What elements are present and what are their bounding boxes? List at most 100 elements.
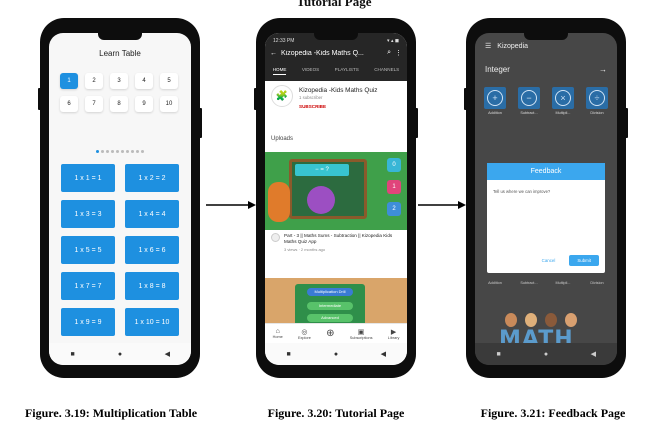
op-multiplication[interactable]: × Multipli... <box>549 87 577 115</box>
submit-button[interactable]: Submit <box>569 255 599 266</box>
camera-notch <box>314 33 358 40</box>
menu-icon[interactable]: ☰ <box>485 42 491 50</box>
channel-name: Kizopedia -Kids Maths Quiz <box>299 87 378 94</box>
table-item[interactable]: 1 x 9 = 9 <box>61 308 115 336</box>
answer-option: 1 <box>387 180 401 194</box>
recents-icon[interactable]: ■ <box>279 351 299 358</box>
op-addition[interactable]: + Addition <box>481 87 509 115</box>
system-nav-bar: ■ ● ◀ <box>265 343 407 365</box>
home-icon: ⌂ <box>275 328 280 335</box>
figure-caption: Figure. 3.21: Feedback Page <box>480 406 626 420</box>
search-icon[interactable]: ⌕ <box>387 49 391 57</box>
system-nav-bar: ■ ● ◀ <box>49 343 191 365</box>
video-title: Part - 3 || Maths Sums - Subtraction || … <box>284 233 393 244</box>
screen: 12:33 PM ▾ ▴ ◼ ← Kizopedia -Kids Maths Q… <box>265 33 407 365</box>
recents-icon[interactable]: ■ <box>489 351 509 358</box>
section-title: Integer <box>485 65 510 74</box>
op-subtraction[interactable]: − Subtract... <box>515 87 543 115</box>
subscribe-button[interactable]: SUBSCRIBE <box>299 104 378 109</box>
camera-notch <box>524 33 568 40</box>
operations-labels-row: Addition Subtract... Multipli... Divisio… <box>481 281 611 285</box>
back-icon[interactable]: ◀ <box>157 350 177 358</box>
subscriber-count: 1 subscriber <box>299 95 323 100</box>
figure-caption: Figure. 3.20: Tutorial Page <box>267 406 405 420</box>
number-button-6[interactable]: 6 <box>60 96 78 112</box>
table-item[interactable]: 1 x 5 = 5 <box>61 236 115 264</box>
nav-home[interactable]: ⌂ Home <box>273 328 283 339</box>
number-button-10[interactable]: 10 <box>160 96 178 112</box>
nav-library[interactable]: ▶ Library <box>388 328 400 340</box>
table-item[interactable]: 1 x 6 = 6 <box>125 236 179 264</box>
table-item[interactable]: 1 x 10 = 10 <box>125 308 179 336</box>
kid-illustration <box>545 313 557 327</box>
library-icon: ▶ <box>390 328 397 336</box>
cancel-button[interactable]: Cancel <box>542 258 556 263</box>
video-meta: 3 views · 2 months ago <box>284 247 326 252</box>
home-icon[interactable]: ● <box>110 351 130 358</box>
nav-subscriptions[interactable]: ▣ Subscriptions <box>350 328 373 340</box>
table-list: 1 x 1 = 1 1 x 2 = 2 1 x 3 = 3 1 x 4 = 4 … <box>61 164 179 336</box>
number-selector: 1 2 3 4 5 6 7 8 9 10 <box>60 73 180 112</box>
channel-info: 🧩 Kizopedia -Kids Maths Quiz 1 subscribe… <box>271 85 403 121</box>
minus-icon: − <box>521 90 537 106</box>
power-button <box>199 108 202 138</box>
kid-illustration <box>565 313 577 327</box>
more-options-icon[interactable]: ⋮ <box>395 49 402 57</box>
nav-add[interactable]: ⊕ <box>326 328 334 339</box>
phone-tutorial-page: 12:33 PM ▾ ▴ ◼ ← Kizopedia -Kids Maths Q… <box>254 18 418 378</box>
table-item[interactable]: 1 x 4 = 4 <box>125 200 179 228</box>
back-icon[interactable]: ◀ <box>373 350 393 358</box>
arrow-forward-icon[interactable]: → <box>599 65 607 74</box>
table-item[interactable]: 1 x 1 = 1 <box>61 164 115 192</box>
page-title: Learn Table <box>99 49 141 58</box>
home-icon[interactable]: ● <box>326 351 346 358</box>
nav-explore[interactable]: ◎ Explore <box>298 328 311 340</box>
home-icon[interactable]: ● <box>536 351 556 358</box>
tab-playlists[interactable]: PLAYLISTS <box>335 67 359 75</box>
section-row: Integer → <box>485 65 607 74</box>
channel-logo[interactable]: 🧩 <box>271 85 293 107</box>
app-bar: ← Kizopedia -Kids Maths Q... ⌕ ⋮ <box>270 49 402 57</box>
table-item[interactable]: 1 x 3 = 3 <box>61 200 115 228</box>
video-item[interactable]: Part - 3 || Maths Sums - Subtraction || … <box>271 233 403 252</box>
tab-home[interactable]: HOME <box>272 67 287 75</box>
number-button-7[interactable]: 7 <box>85 96 103 112</box>
top-caption: Tutorial Page <box>296 0 372 9</box>
number-button-1[interactable]: 1 <box>60 73 78 89</box>
channel-tabs: HOME VIDEOS PLAYLISTS CHANNELS <box>265 67 407 75</box>
op-division[interactable]: ÷ Division <box>583 87 611 115</box>
table-item[interactable]: 1 x 8 = 8 <box>125 272 179 300</box>
number-button-2[interactable]: 2 <box>85 73 103 89</box>
table-item[interactable]: 1 x 7 = 7 <box>61 272 115 300</box>
table-item[interactable]: 1 x 2 = 2 <box>125 164 179 192</box>
thumb-button: Advanced <box>307 314 353 322</box>
status-time: 12:33 PM <box>273 38 295 44</box>
phone-multiplication-table: Learn Table 1 2 3 4 5 6 7 8 9 10 1 x 1 =… <box>38 18 202 378</box>
page-indicator <box>49 150 191 153</box>
operations-row: + Addition − Subtract... × Multipli... ÷ Div… <box>481 87 611 115</box>
tab-videos[interactable]: VIDEOS <box>302 67 319 75</box>
kid-illustration <box>525 313 537 327</box>
recents-icon[interactable]: ■ <box>63 351 83 358</box>
screen: ☰ Kizopedia Integer → + Addition − Subtrac… <box>475 33 617 365</box>
back-arrow-icon[interactable]: ← <box>270 50 277 57</box>
multiply-icon: × <box>555 90 571 106</box>
answer-option: 0 <box>387 158 401 172</box>
dialog-title: Feedback <box>487 163 605 180</box>
plus-icon: + <box>487 90 503 106</box>
figure-caption: Figure. 3.19: Multiplication Table <box>24 406 198 420</box>
number-button-4[interactable]: 4 <box>135 73 153 89</box>
thumb-title: Multiplication Drill <box>307 288 353 296</box>
number-button-9[interactable]: 9 <box>135 96 153 112</box>
number-button-5[interactable]: 5 <box>160 73 178 89</box>
thumb-button: Intermediate <box>307 302 353 310</box>
feedback-dialog: Feedback Tell us where we can improve? C… <box>487 163 605 273</box>
video-thumbnail[interactable]: − = ? 0 1 2 <box>265 152 407 230</box>
number-button-3[interactable]: 3 <box>110 73 128 89</box>
number-button-8[interactable]: 8 <box>110 96 128 112</box>
feedback-input[interactable]: Tell us where we can improve? <box>487 180 605 203</box>
kid-illustration <box>505 313 517 327</box>
tab-channels[interactable]: CHANNELS <box>374 67 399 75</box>
back-icon[interactable]: ◀ <box>583 350 603 358</box>
equation-bar: − = ? <box>295 164 349 176</box>
